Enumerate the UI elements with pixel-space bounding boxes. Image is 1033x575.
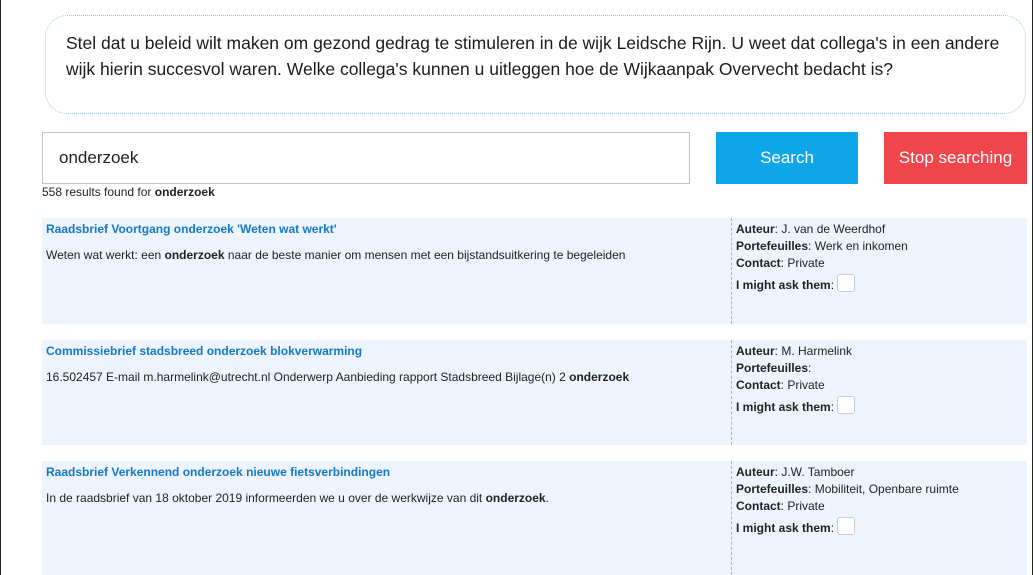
results-count: 558 results found for onderzoek — [42, 185, 215, 199]
ask-label: I might ask them — [736, 400, 831, 414]
ask-line: I might ask them: — [736, 273, 1027, 294]
snippet-text: . — [545, 491, 549, 505]
result-title-link[interactable]: Raadsbrief Voortgang onderzoek 'Weten wa… — [46, 222, 337, 236]
author-label: Auteur — [736, 465, 775, 479]
results-count-term: onderzoek — [154, 185, 215, 199]
contact-value: Private — [787, 499, 825, 513]
result-title-link[interactable]: Raadsbrief Verkennend onderzoek nieuwe f… — [46, 465, 390, 479]
author-value: M. Harmelink — [781, 344, 853, 358]
snippet-highlight: onderzoek — [485, 491, 546, 505]
result-snippet: In de raadsbrief van 18 oktober 2019 inf… — [46, 491, 549, 505]
result-meta: Auteur: J.W. Tamboer Portefeuilles: Mobi… — [731, 461, 1027, 575]
author-line: Auteur: M. Harmelink — [736, 344, 853, 358]
portfolio-value: Werk en inkomen — [814, 239, 908, 253]
result-row: Commissiebrief stadsbreed onderzoek blok… — [42, 340, 1027, 445]
author-value: J. van de Weerdhof — [781, 222, 886, 236]
contact-value: Private — [787, 256, 825, 270]
portfolio-label: Portefeuilles — [736, 482, 809, 496]
result-meta: Auteur: J. van de Weerdhof Portefeuilles… — [731, 218, 1027, 324]
ask-line: I might ask them: — [736, 395, 1027, 416]
result-main: Raadsbrief Voortgang onderzoek 'Weten wa… — [42, 218, 731, 324]
results-count-number: 558 — [42, 185, 63, 199]
ask-checkbox[interactable] — [837, 516, 856, 535]
author-label: Auteur — [736, 344, 775, 358]
author-value: J.W. Tamboer — [781, 465, 855, 479]
portfolio-value: Mobiliteit, Openbare ruimte — [814, 482, 959, 496]
contact-label: Contact — [736, 378, 781, 392]
contact-line: Contact: Private — [736, 378, 825, 392]
result-row: Raadsbrief Verkennend onderzoek nieuwe f… — [42, 461, 1027, 575]
portfolio-line: Portefeuilles: Mobiliteit, Openbare ruim… — [736, 482, 959, 496]
result-row: Raadsbrief Voortgang onderzoek 'Weten wa… — [42, 218, 1027, 324]
portfolio-label: Portefeuilles — [736, 361, 809, 375]
result-title-link[interactable]: Commissiebrief stadsbreed onderzoek blok… — [46, 344, 362, 358]
snippet-text: In de raadsbrief van 18 oktober 2019 inf… — [46, 491, 486, 505]
snippet-highlight: onderzoek — [164, 248, 225, 262]
snippet-text: Weten wat werkt: een — [46, 248, 165, 262]
author-line: Auteur: J.W. Tamboer — [736, 465, 855, 479]
contact-label: Contact — [736, 499, 781, 513]
portfolio-line: Portefeuilles: Werk en inkomen — [736, 239, 908, 253]
snippet-text: naar de beste manier om mensen met een b… — [224, 248, 626, 262]
result-main: Commissiebrief stadsbreed onderzoek blok… — [42, 340, 731, 445]
ask-checkbox[interactable] — [837, 273, 856, 292]
ask-label: I might ask them — [736, 521, 831, 535]
contact-label: Contact — [736, 256, 781, 270]
ask-line: I might ask them: — [736, 516, 1027, 537]
results-count-text: results found for — [65, 185, 152, 199]
ask-label: I might ask them — [736, 278, 831, 292]
task-text: Stel dat u beleid wilt maken om gezond g… — [66, 33, 1000, 79]
result-snippet: 16.502457 E-mail m.harmelink@utrecht.nl … — [46, 370, 629, 384]
stop-searching-button[interactable]: Stop searching — [884, 132, 1027, 184]
ask-checkbox[interactable] — [837, 395, 856, 414]
task-description: Stel dat u beleid wilt maken om gezond g… — [45, 15, 1026, 114]
snippet-highlight: onderzoek — [569, 370, 630, 384]
result-meta: Auteur: M. Harmelink Portefeuilles: Cont… — [731, 340, 1027, 445]
result-main: Raadsbrief Verkennend onderzoek nieuwe f… — [42, 461, 731, 575]
contact-line: Contact: Private — [736, 499, 825, 513]
portfolio-label: Portefeuilles — [736, 239, 809, 253]
contact-value: Private — [787, 378, 825, 392]
search-button[interactable]: Search — [716, 132, 858, 184]
snippet-text: 16.502457 E-mail m.harmelink@utrecht.nl … — [46, 370, 570, 384]
author-label: Auteur — [736, 222, 775, 236]
result-snippet: Weten wat werkt: een onderzoek naar de b… — [46, 248, 625, 262]
search-input[interactable] — [42, 132, 690, 184]
author-line: Auteur: J. van de Weerdhof — [736, 222, 886, 236]
portfolio-line: Portefeuilles: — [736, 361, 812, 375]
contact-line: Contact: Private — [736, 256, 825, 270]
